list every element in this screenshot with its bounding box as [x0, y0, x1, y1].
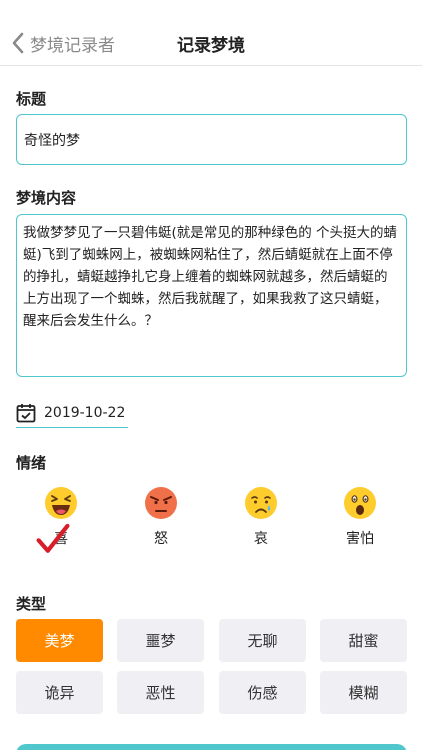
emotion-option-fear[interactable]: 害怕	[330, 486, 390, 548]
type-label: 类型	[16, 595, 47, 613]
emotion-label: 情绪	[16, 454, 47, 472]
emotion-label-anger: 怒	[154, 531, 168, 547]
type-option-sweet-dream[interactable]: 美梦	[16, 619, 103, 662]
type-option-lovely[interactable]: 甜蜜	[320, 619, 407, 662]
type-option-nightmare[interactable]: 噩梦	[117, 619, 204, 662]
navigation-bar: 梦境记录者 记录梦境	[0, 0, 422, 66]
scared-face-icon	[344, 487, 376, 519]
checkmark-icon	[36, 523, 70, 553]
calendar-check-icon	[16, 403, 36, 422]
type-option-weird[interactable]: 诡异	[16, 671, 103, 714]
date-picker[interactable]: 2019-10-22	[16, 398, 128, 428]
emotion-option-joy[interactable]: 喜	[31, 486, 91, 553]
type-option-blurry[interactable]: 模糊	[320, 671, 407, 714]
type-option-vicious[interactable]: 恶性	[117, 671, 204, 714]
content-textarea[interactable]: 我做梦梦见了一只碧伟蜓(就是常见的那种绿色的 个头挺大的蜻蜓)飞到了蜘蛛网上，被…	[16, 214, 407, 377]
type-option-sorrowful[interactable]: 伤感	[219, 671, 306, 714]
emotion-option-anger[interactable]: 怒	[131, 486, 191, 548]
title-label: 标题	[16, 90, 47, 108]
title-input[interactable]: 奇怪的梦	[16, 114, 407, 165]
sad-face-icon	[245, 487, 277, 519]
emotion-label-sadness: 哀	[254, 531, 268, 547]
content-label: 梦境内容	[16, 189, 77, 207]
emotion-option-sadness[interactable]: 哀	[231, 486, 291, 548]
submit-button[interactable]	[16, 744, 407, 750]
type-option-boring[interactable]: 无聊	[219, 619, 306, 662]
emotion-label-fear: 害怕	[346, 531, 374, 547]
angry-face-icon	[145, 487, 177, 519]
emotion-selector: 喜 怒 哀 害怕	[16, 486, 407, 556]
page-title: 记录梦境	[177, 36, 245, 56]
date-value: 2019-10-22	[44, 404, 126, 421]
laughing-face-icon	[45, 487, 77, 519]
